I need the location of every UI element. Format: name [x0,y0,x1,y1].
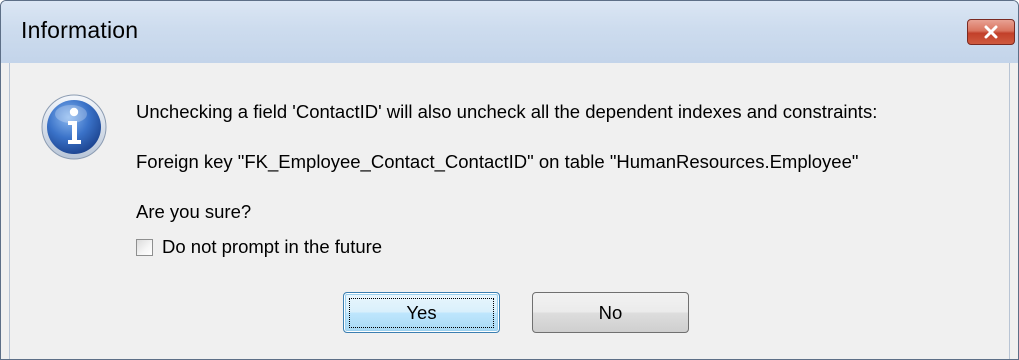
close-button[interactable] [967,19,1015,45]
yes-button[interactable]: Yes [343,292,500,333]
info-icon [41,94,107,160]
dialog-body: Unchecking a field 'ContactID' will also… [9,63,1010,359]
close-icon [984,25,998,39]
do-not-prompt-label[interactable]: Do not prompt in the future [162,236,382,258]
message-line-3: Are you sure? [136,201,252,222]
title-bar[interactable]: Information [1,1,1018,63]
message-line-2: Foreign key "FK_Employee_Contact_Contact… [136,151,859,172]
yes-button-label: Yes [349,297,494,328]
do-not-prompt-checkbox[interactable] [136,238,153,256]
information-dialog: Information Unchecking a field 'ContactI… [0,0,1019,360]
window-title: Information [21,17,139,43]
no-button[interactable]: No [532,292,689,333]
message-line-1: Unchecking a field 'ContactID' will also… [136,101,878,122]
do-not-prompt-row[interactable]: Do not prompt in the future [136,236,382,258]
